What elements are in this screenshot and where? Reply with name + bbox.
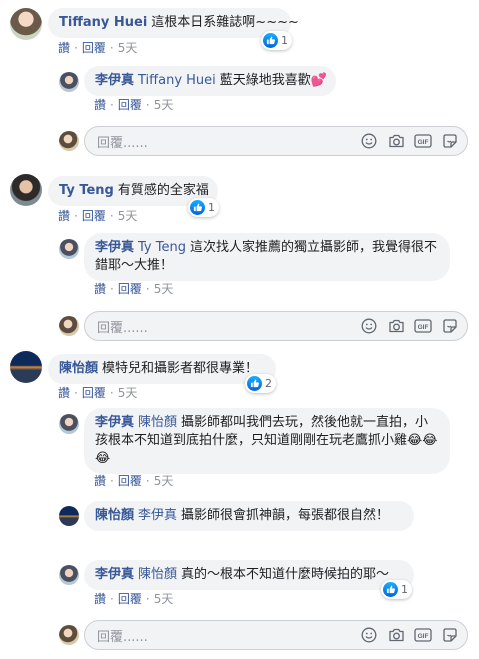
- comment-bubble: Tiffany Huei 這根本日系雜誌啊~~~~: [48, 8, 299, 38]
- like-link[interactable]: 讚: [94, 280, 106, 297]
- reply-text: 藍天綠地我喜歡💕: [219, 73, 327, 88]
- svg-text:GIF: GIF: [418, 633, 429, 640]
- reply-link[interactable]: 回覆: [118, 590, 142, 607]
- timestamp[interactable]: 5天: [118, 39, 138, 56]
- comment-actions: 讚 · 回覆 · 5天: [58, 207, 138, 224]
- svg-text:GIF: GIF: [418, 139, 429, 146]
- reply-input[interactable]: 回覆...... GIF: [84, 126, 468, 156]
- comment-actions: 讚 · 回覆 · 5天: [58, 39, 138, 56]
- like-link[interactable]: 讚: [58, 384, 70, 401]
- comment-text: 這根本日系雜誌啊~~~~: [151, 15, 299, 30]
- reaction-count[interactable]: 1: [188, 198, 219, 217]
- timestamp[interactable]: 5天: [118, 207, 138, 224]
- like-link[interactable]: 讚: [58, 207, 70, 224]
- reaction-number: 1: [401, 583, 408, 596]
- mention-link[interactable]: 陳怡顏: [138, 567, 177, 582]
- reaction-count[interactable]: 1: [261, 31, 292, 50]
- gif-icon[interactable]: GIF: [414, 132, 432, 150]
- emoji-icon[interactable]: [360, 317, 378, 335]
- reply-link[interactable]: 回覆: [118, 472, 142, 489]
- reply-author[interactable]: 李伊真: [95, 567, 134, 582]
- reply-bubble: 李伊真 陳怡顏 真的～根本不知道什麼時候拍的耶～: [84, 560, 414, 590]
- avatar[interactable]: [59, 565, 79, 585]
- reaction-number: 1: [281, 34, 288, 47]
- reply-bubble: 陳怡顏 李伊真 攝影師很會抓神韻，每張都很自然！: [84, 501, 414, 531]
- camera-icon[interactable]: [387, 132, 405, 150]
- avatar[interactable]: [10, 8, 42, 40]
- avatar[interactable]: [59, 506, 79, 526]
- camera-icon[interactable]: [387, 626, 405, 644]
- emoji-icon[interactable]: [360, 626, 378, 644]
- avatar[interactable]: [10, 174, 42, 206]
- reply-author[interactable]: 李伊真: [95, 240, 134, 255]
- avatar[interactable]: [59, 72, 79, 92]
- reply-bubble: 李伊真 Tiffany Huei 藍天綠地我喜歡💕: [84, 66, 336, 96]
- reaction-number: 1: [208, 201, 215, 214]
- sticker-icon[interactable]: [441, 626, 459, 644]
- reply-actions: 讚 · 回覆 · 5天: [94, 96, 174, 113]
- mention-link[interactable]: Tiffany Huei: [138, 73, 216, 88]
- like-icon: [247, 376, 262, 391]
- reply-input[interactable]: 回覆...... GIF: [84, 620, 468, 650]
- reaction-count[interactable]: 2: [245, 374, 276, 393]
- current-user-avatar: [59, 131, 79, 151]
- reply-link[interactable]: 回覆: [118, 280, 142, 297]
- comment-author[interactable]: Ty Teng: [59, 183, 114, 198]
- timestamp[interactable]: 5天: [154, 590, 174, 607]
- reaction-count[interactable]: 1: [381, 580, 412, 599]
- sticker-icon[interactable]: [441, 317, 459, 335]
- comment-author[interactable]: 陳怡顏: [59, 361, 98, 376]
- mention-link[interactable]: Ty Teng: [138, 240, 186, 255]
- reply-link[interactable]: 回覆: [82, 39, 106, 56]
- avatar[interactable]: [10, 351, 42, 383]
- reply-author[interactable]: 陳怡顏: [95, 508, 134, 523]
- current-user-avatar: [59, 316, 79, 336]
- reply-bubble: 李伊真 陳怡顏 攝影師都叫我們去玩，然後他就一直拍，小孩根本不知道到底拍什麼，只知道…: [84, 408, 450, 474]
- comment-author[interactable]: Tiffany Huei: [59, 15, 147, 30]
- gif-icon[interactable]: GIF: [414, 317, 432, 335]
- reply-placeholder: 回覆......: [97, 135, 148, 151]
- like-link[interactable]: 讚: [94, 472, 106, 489]
- reaction-number: 2: [265, 377, 272, 390]
- mention-link[interactable]: 李伊真: [138, 508, 177, 523]
- comment-text: 有質感的全家福: [117, 183, 209, 198]
- reply-bubble: 李伊真 Ty Teng 這次找人家推薦的獨立攝影師，我覺得很不錯耶～大推！: [84, 233, 450, 281]
- avatar[interactable]: [59, 414, 79, 434]
- like-icon: [263, 33, 278, 48]
- reply-author[interactable]: 李伊真: [95, 415, 134, 430]
- timestamp[interactable]: 5天: [154, 472, 174, 489]
- timestamp[interactable]: 5天: [154, 280, 174, 297]
- comment-actions: 讚 · 回覆 · 5天: [58, 384, 138, 401]
- like-icon: [383, 582, 398, 597]
- comment-bubble: 陳怡顏 模特兒和攝影者都很專業！: [48, 354, 276, 384]
- reply-link[interactable]: 回覆: [118, 96, 142, 113]
- reply-placeholder: 回覆......: [97, 320, 148, 336]
- reply-placeholder: 回覆......: [97, 629, 148, 645]
- gif-icon[interactable]: GIF: [414, 626, 432, 644]
- emoji-icon[interactable]: [360, 132, 378, 150]
- reply-actions: 讚 · 回覆 · 5天: [94, 590, 174, 607]
- reply-actions: 讚 · 回覆 · 5天: [94, 472, 174, 489]
- like-link[interactable]: 讚: [94, 96, 106, 113]
- reply-text: 攝影師很會抓神韻，每張都很自然！: [181, 508, 390, 523]
- svg-text:GIF: GIF: [418, 324, 429, 331]
- reply-input[interactable]: 回覆...... GIF: [84, 311, 468, 341]
- sticker-icon[interactable]: [441, 132, 459, 150]
- reply-actions: 讚 · 回覆 · 5天: [94, 280, 174, 297]
- timestamp[interactable]: 5天: [118, 384, 138, 401]
- avatar[interactable]: [59, 239, 79, 259]
- mention-link[interactable]: 陳怡顏: [138, 415, 177, 430]
- timestamp[interactable]: 5天: [154, 96, 174, 113]
- like-link[interactable]: 讚: [58, 39, 70, 56]
- reply-link[interactable]: 回覆: [82, 384, 106, 401]
- comment-text: 模特兒和攝影者都很專業！: [102, 361, 259, 376]
- camera-icon[interactable]: [387, 317, 405, 335]
- current-user-avatar: [59, 625, 79, 645]
- reply-text: 真的～根本不知道什麼時候拍的耶～: [181, 567, 390, 582]
- reply-link[interactable]: 回覆: [82, 207, 106, 224]
- like-icon: [190, 200, 205, 215]
- like-link[interactable]: 讚: [94, 590, 106, 607]
- reply-author[interactable]: 李伊真: [95, 73, 134, 88]
